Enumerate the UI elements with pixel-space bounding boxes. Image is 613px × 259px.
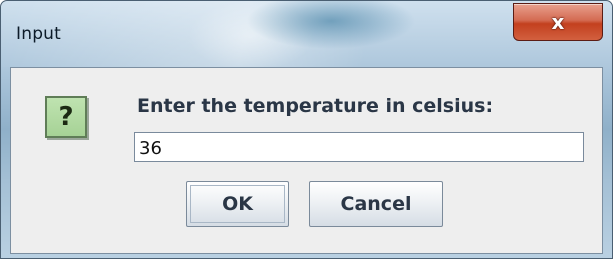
cancel-button[interactable]: Cancel [309, 181, 443, 227]
close-button[interactable]: x [513, 3, 603, 41]
temperature-input[interactable] [134, 132, 584, 162]
question-icon: ? [45, 96, 87, 138]
prompt-label: Enter the temperature in celsius: [137, 95, 494, 117]
question-mark-glyph: ? [58, 102, 74, 132]
dialog-content: ? Enter the temperature in celsius: OK C… [10, 67, 603, 254]
window-title: Input [16, 24, 62, 44]
close-icon: x [551, 10, 565, 34]
ok-button[interactable]: OK [186, 181, 289, 227]
input-dialog-window: Input x ? Enter the temperature in celsi… [0, 0, 613, 259]
